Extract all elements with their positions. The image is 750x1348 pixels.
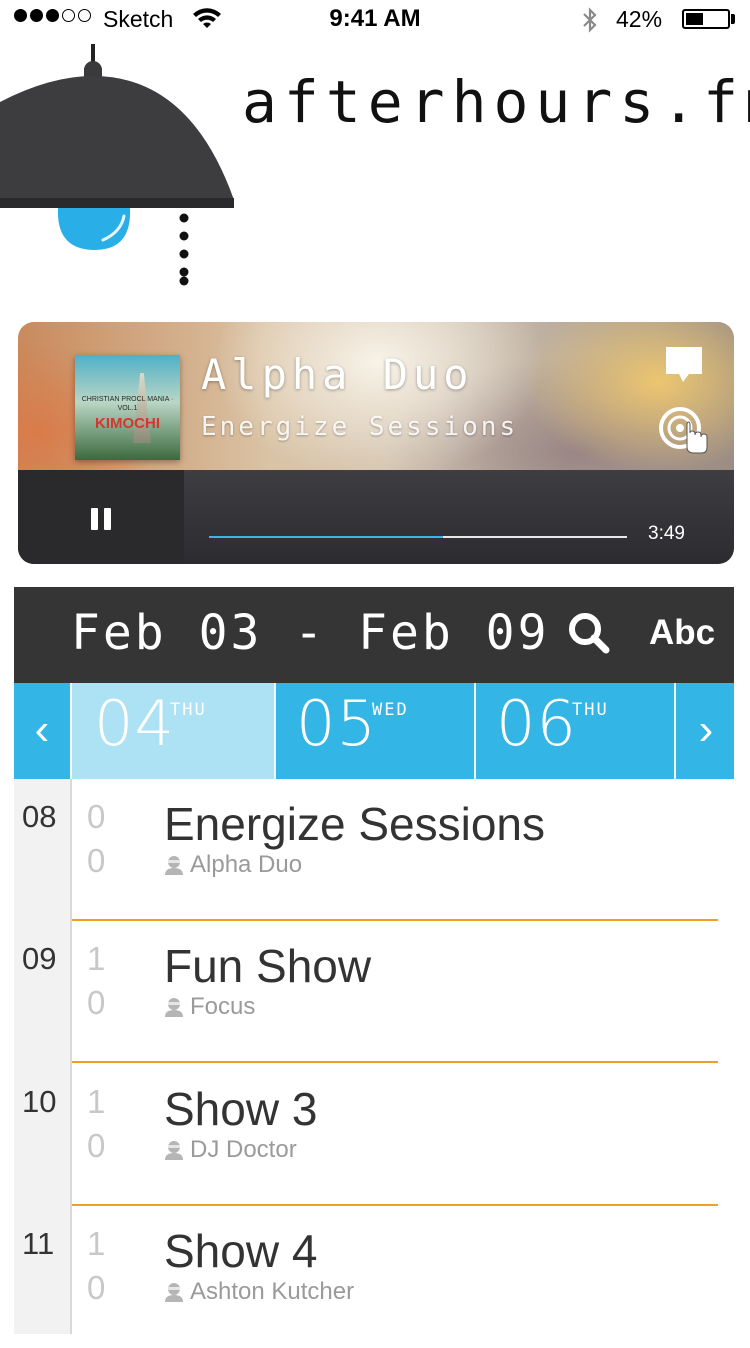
day-tab[interactable]: 05 WED xyxy=(274,683,474,779)
person-icon xyxy=(165,856,183,875)
battery-icon xyxy=(682,9,730,29)
progress-slider[interactable] xyxy=(209,536,627,538)
row-minute-top: 0 xyxy=(87,798,106,835)
app-title: afterhours.fm xyxy=(242,68,750,136)
day-number: 04 xyxy=(94,687,175,760)
show-host: Alpha Duo xyxy=(164,851,302,879)
show-host: Ashton Kutcher xyxy=(164,1278,354,1306)
row-minute-bottom: 0 xyxy=(87,1269,106,1306)
bluetooth-icon xyxy=(583,7,597,33)
schedule-row[interactable]: 10 10 Show 3 DJ Doctor xyxy=(14,1064,718,1206)
show-host: DJ Doctor xyxy=(164,1136,297,1164)
album-art-title: KIMOCHI xyxy=(95,415,160,432)
day-number: 06 xyxy=(496,687,577,760)
track-show-name: Energize Sessions xyxy=(201,412,519,442)
row-hour: 11 xyxy=(22,1226,55,1261)
next-day-button[interactable]: › xyxy=(678,683,734,779)
show-title: Energize Sessions xyxy=(164,798,545,850)
row-minute: 10 xyxy=(87,1222,111,1310)
row-minute: 10 xyxy=(87,937,111,1025)
battery-tip xyxy=(731,14,735,24)
person-icon xyxy=(165,1283,183,1302)
sort-alphabetical-button[interactable]: Abc xyxy=(649,613,715,653)
show-host-name: Focus xyxy=(190,993,256,1020)
track-duration: 3:49 xyxy=(648,523,685,544)
show-host: Focus xyxy=(164,993,255,1021)
chat-bubble-icon[interactable] xyxy=(663,344,705,386)
row-minute-bottom: 0 xyxy=(87,842,106,879)
show-title: Show 4 xyxy=(164,1225,318,1277)
show-host-name: Ashton Kutcher xyxy=(190,1278,355,1305)
row-minute-top: 1 xyxy=(87,940,106,977)
show-host-name: DJ Doctor xyxy=(190,1136,297,1163)
status-bar: Sketch 9:41 AM 42% xyxy=(0,0,750,40)
progress-fill xyxy=(209,536,444,538)
player-controls: 3:49 xyxy=(18,470,734,564)
row-minute-bottom: 0 xyxy=(87,1127,106,1164)
person-icon xyxy=(165,1141,183,1160)
day-name: THU xyxy=(572,700,609,720)
schedule-row[interactable]: 11 10 Show 4 Ashton Kutcher xyxy=(14,1206,718,1348)
pause-button[interactable] xyxy=(18,470,184,564)
day-tab[interactable]: 04 THU xyxy=(70,683,274,779)
person-icon xyxy=(165,998,183,1017)
day-name: WED xyxy=(372,700,409,720)
row-minute-top: 1 xyxy=(87,1225,106,1262)
row-divider xyxy=(72,1061,718,1063)
schedule-header: Feb 03 - Feb 09 Abc xyxy=(14,587,734,683)
show-host-name: Alpha Duo xyxy=(190,851,303,878)
previous-day-button[interactable]: ‹ xyxy=(14,683,70,779)
battery-percentage: 42% xyxy=(616,6,663,32)
row-minute: 10 xyxy=(87,1080,111,1168)
day-selector: ‹ 04 THU 05 WED 06 THU › xyxy=(14,683,734,779)
lamp-logo-icon xyxy=(0,44,234,286)
day-number: 05 xyxy=(296,687,377,760)
vinyl-touch-icon[interactable] xyxy=(659,407,709,455)
search-icon[interactable] xyxy=(567,611,611,655)
week-range[interactable]: Feb 03 - Feb 09 xyxy=(71,605,549,661)
album-art[interactable]: CHRISTIAN PROCL MANIA · VOL.1 KIMOCHI xyxy=(75,355,180,460)
day-tab[interactable]: 06 THU xyxy=(474,683,676,779)
now-playing-card: CHRISTIAN PROCL MANIA · VOL.1 KIMOCHI Al… xyxy=(18,322,734,564)
schedule-row[interactable]: 08 00 Energize Sessions Alpha Duo xyxy=(14,779,718,921)
pause-icon-bar xyxy=(104,508,111,530)
show-title: Fun Show xyxy=(164,940,372,992)
row-hour: 10 xyxy=(22,1084,57,1119)
row-hour: 09 xyxy=(22,941,57,976)
row-hour: 08 xyxy=(22,799,57,834)
pause-icon xyxy=(91,508,98,530)
day-name: THU xyxy=(170,700,207,720)
row-minute-bottom: 0 xyxy=(87,984,106,1021)
schedule-row[interactable]: 09 10 Fun Show Focus xyxy=(14,921,718,1063)
track-title: Alpha Duo xyxy=(201,350,474,399)
show-title: Show 3 xyxy=(164,1083,318,1135)
row-minute-top: 1 xyxy=(87,1083,106,1120)
row-minute: 00 xyxy=(87,795,111,883)
album-art-credit: CHRISTIAN PROCL MANIA · VOL.1 xyxy=(81,396,174,412)
